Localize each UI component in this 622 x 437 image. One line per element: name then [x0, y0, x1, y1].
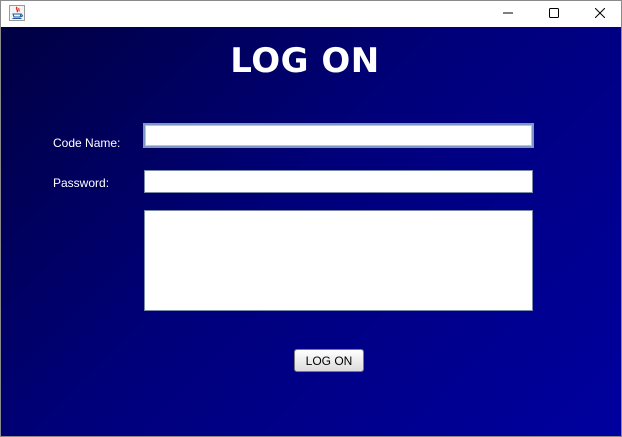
maximize-button[interactable] — [531, 1, 577, 27]
close-icon — [594, 5, 606, 23]
code-name-field[interactable] — [143, 123, 534, 148]
maximize-icon — [549, 5, 559, 23]
password-field[interactable] — [144, 170, 533, 193]
password-label: Password: — [53, 176, 110, 190]
page-title: LOG ON — [230, 41, 380, 81]
code-name-label: Code Name: — [53, 136, 121, 150]
close-button[interactable] — [577, 1, 621, 27]
logon-panel: LOG ON Code Name: Password: LOG ON — [1, 27, 621, 436]
app-window: LOG ON Code Name: Password: LOG ON — [0, 0, 622, 437]
minimize-button[interactable] — [485, 1, 531, 27]
message-textarea[interactable] — [144, 210, 533, 311]
minimize-icon — [503, 5, 513, 23]
title-bar[interactable] — [1, 1, 621, 27]
java-icon — [9, 5, 25, 21]
logon-button[interactable]: LOG ON — [294, 349, 364, 372]
